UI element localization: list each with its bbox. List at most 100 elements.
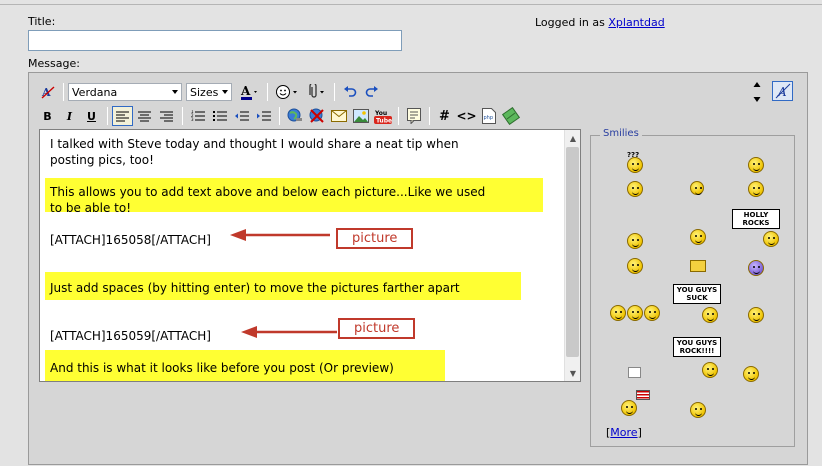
wink-smilie-icon[interactable] — [748, 181, 764, 197]
separator — [267, 83, 268, 101]
scroll-down-icon[interactable]: ▼ — [565, 365, 580, 381]
more-smilies: [More] — [606, 426, 642, 439]
bold-button[interactable]: B — [37, 106, 58, 126]
cool-smilie-icon[interactable] — [743, 366, 759, 382]
spellcheck-icon[interactable] — [500, 106, 521, 126]
arrow-icon — [230, 229, 330, 241]
svg-text:3: 3 — [191, 117, 194, 122]
remove-link-icon[interactable] — [306, 106, 327, 126]
insert-image-icon[interactable] — [350, 106, 371, 126]
message-line: This allows you to add text above and be… — [50, 185, 486, 199]
font-name-value: Verdana — [72, 85, 118, 99]
book-icon[interactable] — [690, 260, 706, 272]
flag-smilie-icon[interactable] — [621, 400, 637, 416]
group-smilie-icon[interactable] — [644, 305, 660, 321]
undo-icon[interactable] — [339, 82, 360, 102]
separator — [334, 83, 335, 101]
attach-button[interactable] — [303, 82, 329, 102]
smilies-panel: Smilies ??? HOLLY ROCKS YOU GUYS SUCK YO… — [590, 128, 795, 447]
message-line: posting pics, too! — [50, 153, 154, 167]
font-name-select[interactable]: Verdana — [68, 83, 182, 101]
attach-tag: [ATTACH]165058[/ATTACH] — [50, 233, 211, 247]
holly-rocks-sign: HOLLY ROCKS — [732, 209, 780, 229]
quote-icon[interactable] — [403, 106, 424, 126]
picture-callout: picture — [338, 318, 416, 339]
remove-format-icon[interactable]: A — [37, 82, 58, 102]
frown-smilie-icon[interactable] — [748, 157, 764, 173]
unordered-list-icon[interactable] — [209, 106, 230, 126]
username-link[interactable]: Xplantdad — [608, 16, 664, 29]
svg-text:php: php — [483, 115, 493, 121]
group-smilie-icon[interactable] — [627, 305, 643, 321]
chevron-down-icon — [172, 90, 178, 94]
insert-email-icon[interactable] — [328, 106, 349, 126]
italic-button[interactable]: I — [59, 106, 80, 126]
toggle-wysiwyg-icon[interactable]: A — [772, 81, 793, 101]
more-bracket-close: ] — [637, 426, 642, 439]
arrow-icon — [241, 326, 337, 338]
message-textarea[interactable]: I talked with Steve today and thought I … — [39, 129, 581, 382]
font-size-value: Sizes — [190, 85, 219, 99]
paper-icon[interactable] — [628, 367, 641, 378]
svg-text:A: A — [240, 84, 251, 98]
message-label: Message: — [28, 57, 80, 70]
align-right-icon[interactable] — [156, 106, 177, 126]
align-center-icon[interactable] — [134, 106, 155, 126]
message-line: I talked with Steve today and thought I … — [50, 137, 459, 151]
separator — [279, 107, 280, 125]
you-guys-rock-sign: YOU GUYS ROCK!!!! — [673, 337, 721, 357]
message-line: Just add spaces (by hitting enter) to mo… — [50, 281, 460, 295]
you-guys-suck-sign: YOU GUYS SUCK — [673, 284, 721, 304]
sign-smilie-icon[interactable] — [763, 231, 779, 247]
editor-toolbar: A Verdana Sizes A B I U 1 2 3 You Tube #… — [37, 79, 802, 127]
smile-smilie-icon[interactable] — [690, 181, 704, 195]
nerd-smilie-icon[interactable] — [690, 229, 706, 245]
laugh-smilie-icon[interactable] — [748, 307, 764, 323]
ordered-list-icon[interactable]: 123 — [187, 106, 208, 126]
logged-in-prefix: Logged in as — [535, 16, 605, 29]
align-left-icon[interactable] — [112, 106, 133, 126]
svg-text:Tube: Tube — [376, 118, 392, 125]
chevron-down-icon — [222, 90, 228, 94]
font-size-select[interactable]: Sizes — [186, 83, 232, 101]
top-border — [0, 0, 822, 5]
more-smilies-link[interactable]: More — [610, 426, 637, 439]
hash-button[interactable]: # — [434, 106, 455, 126]
eek-smilie-icon[interactable] — [627, 233, 643, 249]
separator — [429, 107, 430, 125]
tongue-smilie-icon[interactable] — [690, 402, 706, 418]
title-input[interactable] — [28, 30, 402, 51]
scroll-up-icon[interactable]: ▲ — [565, 130, 580, 146]
message-line: And this is what it looks like before yo… — [50, 361, 394, 375]
sign-smilie-icon[interactable] — [702, 307, 718, 323]
separator — [107, 107, 108, 125]
grin-smilie-icon[interactable] — [627, 181, 643, 197]
logged-in-status: Logged in as Xplantdad — [535, 16, 665, 29]
resize-arrows-icon[interactable] — [752, 81, 762, 103]
php-icon[interactable]: php — [478, 106, 499, 126]
sign-smilie-icon[interactable] — [702, 362, 718, 378]
confused-smilie-icon[interactable] — [627, 157, 643, 173]
outdent-icon[interactable] — [231, 106, 252, 126]
picture-callout: picture — [336, 228, 414, 249]
flag-icon — [636, 390, 650, 400]
message-editor: A Verdana Sizes A B I U 1 2 3 You Tube #… — [28, 72, 808, 465]
indent-icon[interactable] — [253, 106, 274, 126]
vertical-scrollbar[interactable]: ▲ ▼ — [564, 130, 580, 381]
group-smilie-icon[interactable] — [610, 305, 626, 321]
smilies-title: Smilies — [600, 128, 642, 139]
underline-button[interactable]: U — [81, 106, 102, 126]
separator — [63, 83, 64, 101]
redo-icon[interactable] — [361, 82, 382, 102]
graduate-smilie-icon[interactable] — [627, 258, 643, 274]
title-label: Title: — [28, 15, 56, 28]
insert-link-icon[interactable] — [284, 106, 305, 126]
font-color-button[interactable]: A — [236, 82, 262, 102]
svg-text:You: You — [374, 110, 387, 117]
insert-smilie-button[interactable] — [272, 82, 302, 102]
scroll-thumb[interactable] — [566, 147, 579, 357]
insert-video-icon[interactable]: You Tube — [372, 106, 393, 126]
code-button[interactable]: <> — [456, 106, 477, 126]
separator — [398, 107, 399, 125]
purple-smilie-icon[interactable] — [748, 260, 764, 276]
